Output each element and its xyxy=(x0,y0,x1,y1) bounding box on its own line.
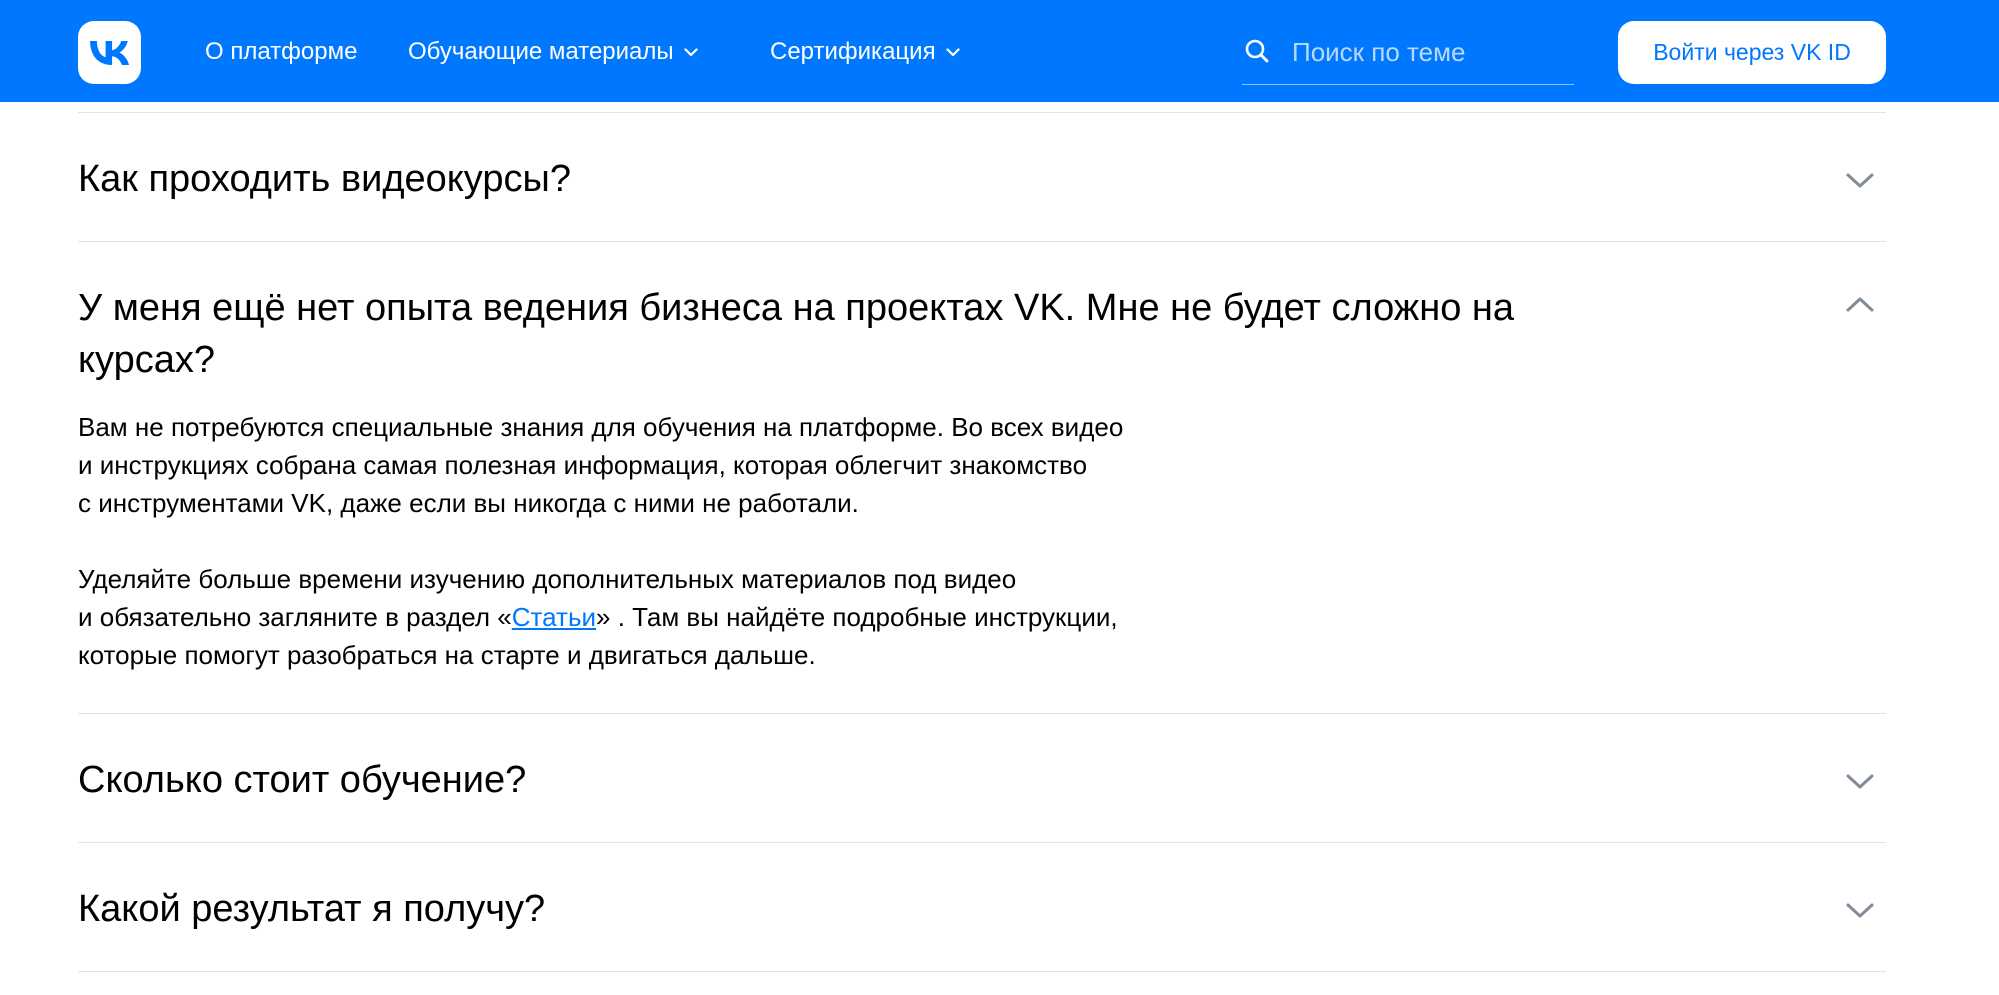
nav-item-certification[interactable]: Сертификация xyxy=(770,37,960,67)
faq-question-price[interactable]: Сколько стоит обучение? xyxy=(78,754,526,806)
answer-line: которые помогут разобраться на старте и … xyxy=(78,640,816,670)
chevron-down-icon[interactable] xyxy=(1844,171,1876,191)
faq-question-video-courses[interactable]: Как проходить видеокурсы? xyxy=(78,153,571,205)
search-box xyxy=(1242,30,1574,85)
answer-line: и обязательно загляните в раздел «Статьи… xyxy=(78,598,1278,636)
answer-line: с инструментами VK, даже если вы никогда… xyxy=(78,488,859,518)
nav-item-learning-materials[interactable]: Обучающие материалы xyxy=(408,37,698,67)
nav-item-label: Сертификация xyxy=(770,38,936,65)
faq-divider xyxy=(78,713,1886,714)
search-icon[interactable] xyxy=(1244,38,1270,64)
answer-line: Уделяйте больше времени изучению дополни… xyxy=(78,564,1017,594)
chevron-down-icon xyxy=(945,47,960,57)
answer-line: Вам не потребуются специальные знания дл… xyxy=(78,412,1124,442)
articles-link[interactable]: Статьи xyxy=(512,602,596,632)
faq-question-result[interactable]: Какой результат я получу? xyxy=(78,883,545,935)
nav-item-label: О платформе xyxy=(205,38,358,65)
chevron-up-icon[interactable] xyxy=(1844,294,1876,314)
faq-answer: Вам не потребуются специальные знания дл… xyxy=(78,408,1278,674)
answer-spacer xyxy=(78,522,1278,560)
vk-logo-icon[interactable] xyxy=(78,21,141,84)
faq-divider xyxy=(78,112,1886,113)
answer-line: и инструкциях собрана самая полезная инф… xyxy=(78,450,1088,480)
answer-text: и обязательно загляните в раздел « xyxy=(78,602,512,632)
login-vk-id-button[interactable]: Войти через VK ID xyxy=(1618,21,1886,84)
chevron-down-icon[interactable] xyxy=(1844,901,1876,921)
faq-divider xyxy=(78,971,1886,972)
search-input[interactable] xyxy=(1292,34,1562,70)
faq-divider xyxy=(78,241,1886,242)
nav-item-label: Обучающие материалы xyxy=(408,38,674,65)
chevron-down-icon[interactable] xyxy=(1844,772,1876,792)
site-header: О платформе Обучающие материалы Сертифик… xyxy=(0,0,1999,102)
nav-item-about[interactable]: О платформе xyxy=(205,37,357,67)
chevron-down-icon xyxy=(684,47,698,57)
answer-text: » . Там вы найдёте подробные инструкции, xyxy=(596,602,1118,632)
faq-question-no-experience[interactable]: У меня ещё нет опыта ведения бизнеса на … xyxy=(78,282,1548,386)
faq-divider xyxy=(78,842,1886,843)
